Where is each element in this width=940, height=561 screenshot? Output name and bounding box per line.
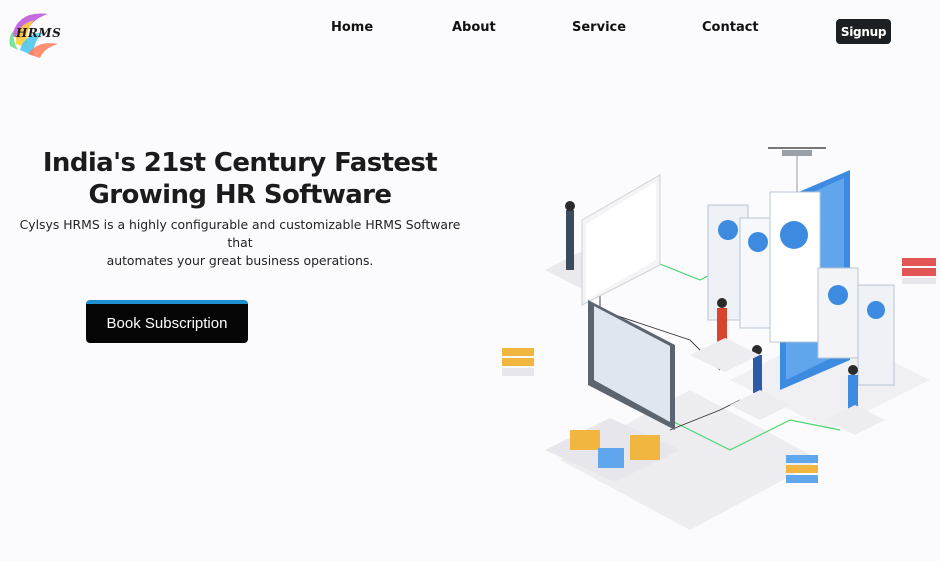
- hrms-logo[interactable]: HRMS: [4, 6, 62, 58]
- nav-home[interactable]: Home: [331, 20, 373, 35]
- nav-service[interactable]: Service: [572, 20, 626, 35]
- hero-title-line-1: India's 21st Century Fastest: [42, 148, 438, 178]
- nav-contact[interactable]: Contact: [702, 20, 759, 35]
- hero-title: India's 21st Century Fastest Growing HR …: [0, 147, 480, 211]
- hero-description-line-1: Cylsys HRMS is a highly configurable and…: [19, 217, 461, 250]
- book-subscription-button[interactable]: Book Subscription: [86, 300, 248, 343]
- isometric-office-illustration: [502, 147, 936, 530]
- hero-title-line-2: Growing HR Software: [88, 180, 393, 210]
- hr-software-illustration: [490, 130, 940, 530]
- hero-description-line-2: automates your great business operations…: [106, 253, 374, 268]
- signup-button[interactable]: Signup: [836, 19, 891, 44]
- hero-description: Cylsys HRMS is a highly configurable and…: [10, 216, 470, 270]
- nav-about[interactable]: About: [452, 20, 496, 35]
- logo-text: HRMS: [16, 26, 62, 40]
